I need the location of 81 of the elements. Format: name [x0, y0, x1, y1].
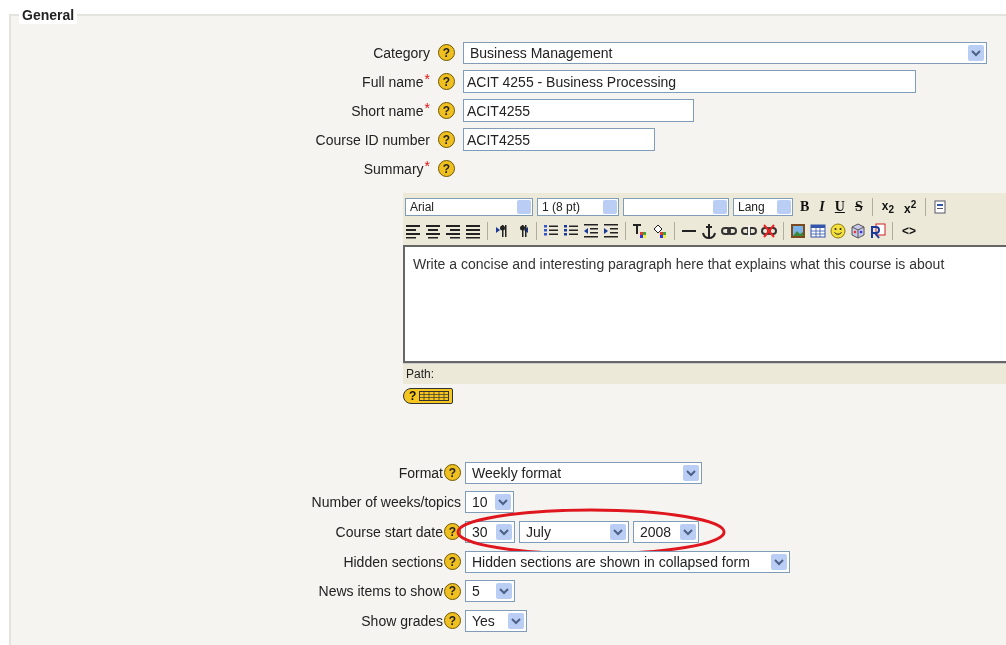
dropdown[interactable]: 5	[465, 580, 515, 603]
help-icon[interactable]: ?	[438, 73, 455, 90]
smiley-icon[interactable]	[830, 223, 846, 239]
background-color-icon[interactable]	[652, 223, 668, 239]
script-button[interactable]: x$^{2}$	[900, 197, 920, 217]
align-right-icon[interactable]	[445, 223, 461, 239]
chevron-down-icon	[610, 524, 626, 540]
dropdown[interactable]: Business Management	[463, 41, 987, 64]
required-mark: *	[424, 157, 430, 174]
text-field[interactable]: ACIT 4255 - Business Processing	[463, 70, 916, 93]
cube-icon[interactable]	[850, 223, 866, 239]
size-dropdown[interactable]: 1 (8 pt)	[537, 198, 619, 216]
dropdown[interactable]: 30	[465, 521, 515, 543]
editor-text-area[interactable]: Write a concise and interesting paragraph here that explains what this course is about	[403, 245, 1006, 363]
field-label: Hidden sections	[343, 553, 443, 570]
unlink-icon[interactable]	[741, 223, 757, 239]
field-label: Show grades	[361, 612, 443, 629]
keyboard-help-button[interactable]: ?	[403, 388, 454, 404]
chevron-down-icon	[683, 464, 699, 481]
field-label: News items to show	[318, 583, 443, 600]
chevron-down-icon	[495, 494, 511, 511]
chevron-down-icon	[968, 44, 984, 61]
outdent-icon[interactable]	[583, 223, 599, 239]
help-icon[interactable]: ?	[444, 553, 461, 571]
chevron-down-icon	[496, 583, 512, 600]
fieldset-legend: General	[19, 6, 78, 24]
required-mark: *	[424, 99, 430, 116]
field-label: Short name	[351, 102, 424, 119]
help-icon[interactable]: ?	[444, 464, 461, 482]
field-label: Format	[398, 464, 443, 481]
language-dropdown[interactable]: Lang	[733, 198, 793, 216]
dropdown[interactable]: Yes	[465, 609, 527, 632]
format-button[interactable]: U	[831, 197, 848, 217]
chevron-down-icon	[771, 553, 787, 570]
dropdown[interactable]: Hidden sections are shown in collapsed form	[465, 550, 790, 573]
align-justify-icon[interactable]	[465, 223, 481, 239]
help-icon[interactable]: ?	[444, 582, 461, 600]
text-color-icon[interactable]	[632, 223, 648, 239]
paste-icon[interactable]	[932, 199, 949, 215]
chevron-down-icon	[508, 612, 524, 629]
field-label: Course start date	[335, 524, 443, 540]
script-button[interactable]: x$_{2}$	[878, 197, 897, 217]
format-button[interactable]: S	[851, 197, 866, 217]
table-icon[interactable]	[810, 223, 826, 239]
nolink-icon[interactable]	[761, 223, 777, 239]
help-icon[interactable]: ?	[438, 160, 455, 177]
replace-icon[interactable]	[870, 223, 886, 239]
editor-content: Write a concise and interesting paragraph here that explains what this course is about	[413, 256, 945, 272]
dropdown[interactable]: 10	[465, 491, 514, 514]
text-field[interactable]: ACIT4255	[463, 99, 694, 122]
dropdown[interactable]: July	[519, 521, 629, 543]
format-button[interactable]: I	[816, 197, 828, 217]
image-icon[interactable]	[790, 223, 806, 239]
anchor-icon[interactable]	[701, 223, 717, 239]
ltr-icon[interactable]	[494, 223, 510, 239]
format-dropdown[interactable]	[623, 198, 729, 216]
ordered-list-icon[interactable]	[543, 223, 559, 239]
format-button[interactable]: B	[797, 197, 813, 217]
unordered-list-icon[interactable]	[563, 223, 579, 239]
help-icon[interactable]: ?	[438, 102, 455, 119]
align-center-icon[interactable]	[425, 223, 441, 239]
help-icon[interactable]: ?	[444, 612, 461, 630]
html-source-button[interactable]: <>	[899, 221, 919, 241]
field-label: Course ID number	[315, 131, 430, 148]
required-mark: *	[424, 70, 430, 87]
field-label: Category	[373, 44, 430, 61]
align-left-icon[interactable]	[405, 223, 421, 239]
text-field[interactable]: ACIT4255	[463, 128, 655, 151]
font-dropdown[interactable]: Arial	[405, 198, 533, 216]
keyboard-icon	[419, 391, 450, 401]
indent-icon[interactable]	[603, 223, 619, 239]
help-icon[interactable]: ?	[438, 131, 455, 148]
field-label: Number of weeks/topics	[311, 494, 461, 511]
dropdown[interactable]: 2008	[633, 521, 699, 543]
path-label: Path:	[406, 367, 435, 381]
chevron-down-icon	[496, 524, 512, 540]
field-label: Full name	[362, 73, 424, 90]
field-label: Summary	[363, 160, 424, 177]
chevron-down-icon	[680, 524, 696, 540]
help-icon[interactable]: ?	[438, 44, 455, 61]
dropdown[interactable]: Weekly format	[465, 461, 702, 484]
